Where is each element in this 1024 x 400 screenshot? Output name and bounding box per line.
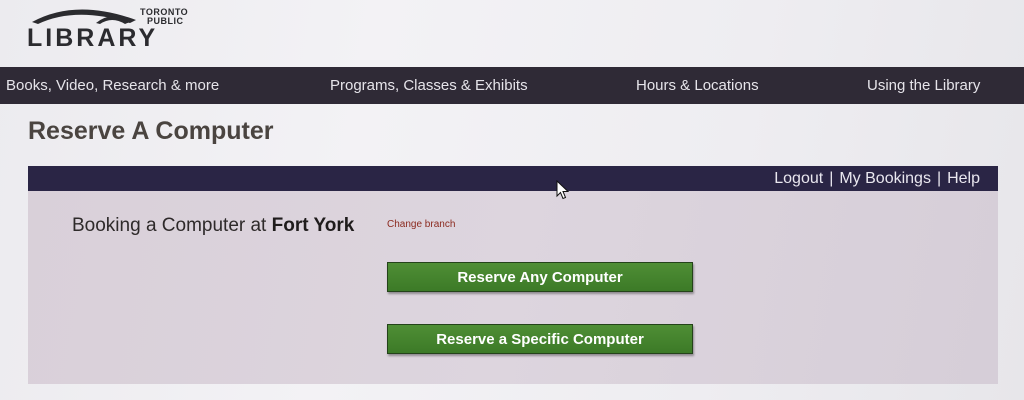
main-navbar: Books, Video, Research & more Programs, … xyxy=(0,67,1024,104)
nav-item-using-library[interactable]: Using the Library xyxy=(867,77,980,94)
page-title: Reserve A Computer xyxy=(28,117,274,145)
logout-link[interactable]: Logout xyxy=(774,170,823,187)
help-link[interactable]: Help xyxy=(947,170,980,187)
tpl-logo[interactable]: TORONTO PUBLIC LIBRARY xyxy=(26,4,201,52)
reservation-panel: Logout | My Bookings | Help Booking a Comput… xyxy=(28,166,998,384)
mouse-cursor-icon xyxy=(556,180,570,200)
reserve-specific-computer-button[interactable]: Reserve a Specific Computer xyxy=(387,324,693,354)
change-branch-link[interactable]: Change branch xyxy=(387,219,455,230)
link-separator: | xyxy=(829,170,834,187)
nav-item-hours-locations[interactable]: Hours & Locations xyxy=(636,77,759,94)
branch-name: Fort York xyxy=(271,215,355,236)
nav-item-books[interactable]: Books, Video, Research & more xyxy=(6,77,219,94)
my-bookings-link[interactable]: My Bookings xyxy=(839,170,931,187)
booking-location-text: Booking a Computer at Fort York xyxy=(72,215,354,237)
reserve-any-computer-button[interactable]: Reserve Any Computer xyxy=(387,262,693,292)
panel-header-bar: Logout | My Bookings | Help xyxy=(28,166,998,191)
account-links: Logout | My Bookings | Help xyxy=(774,170,980,188)
booking-prefix: Booking a Computer at xyxy=(72,215,267,236)
nav-item-programs[interactable]: Programs, Classes & Exhibits xyxy=(330,77,528,94)
link-separator: | xyxy=(936,170,942,187)
logo-text-library: LIBRARY xyxy=(27,24,159,52)
